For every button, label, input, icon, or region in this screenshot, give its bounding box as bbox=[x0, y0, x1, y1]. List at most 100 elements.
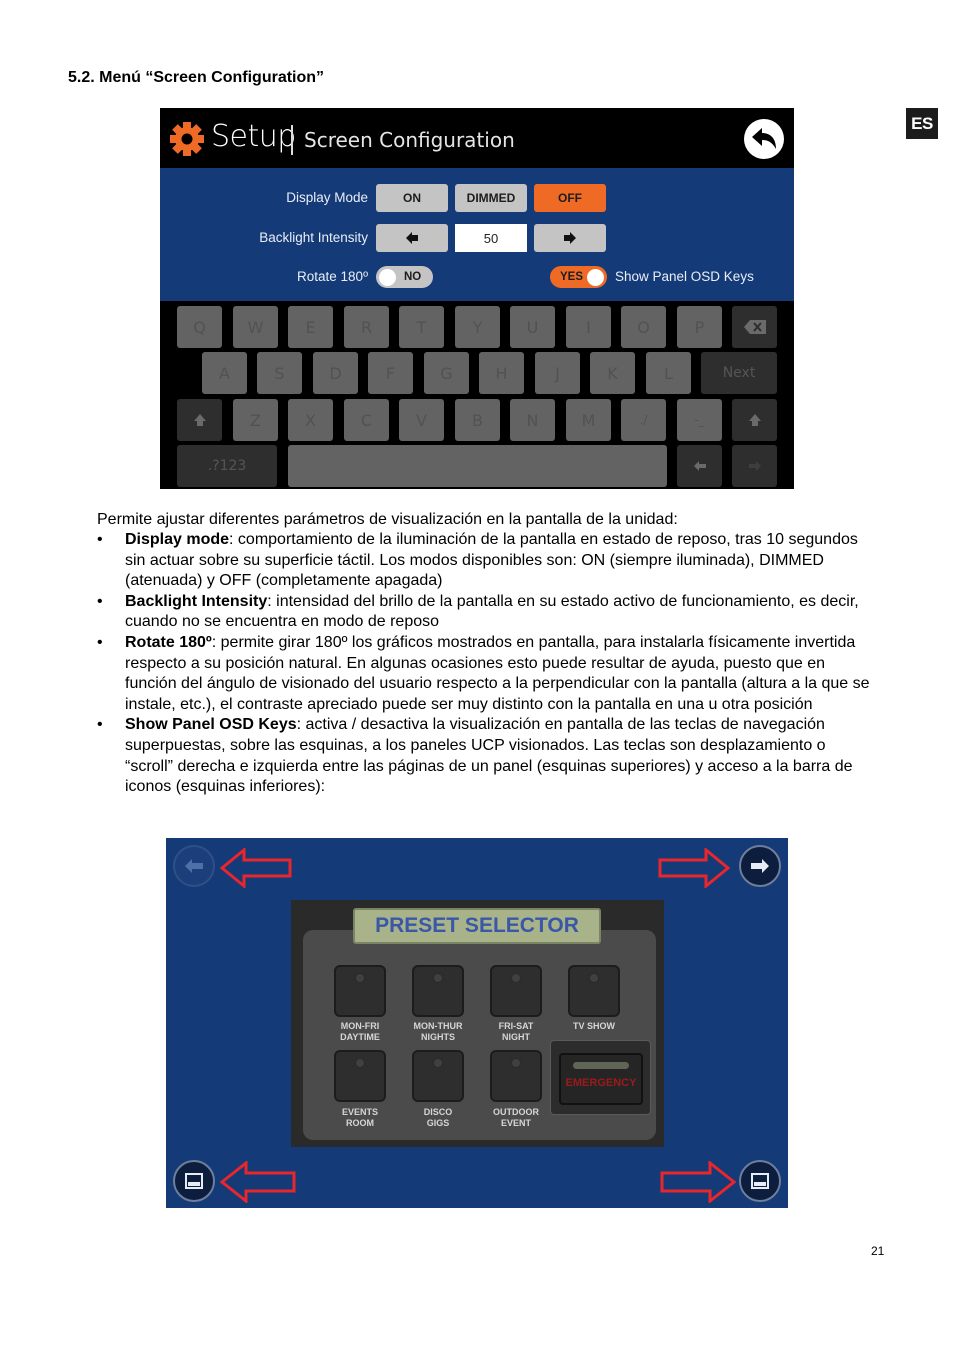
annotation-arrow-right-icon bbox=[660, 1161, 736, 1203]
toggle-knob bbox=[379, 268, 396, 286]
bullet-term: Show Panel OSD Keys bbox=[125, 716, 297, 734]
osd-keys-toggle[interactable]: YES bbox=[550, 266, 607, 288]
shift-key-right[interactable] bbox=[732, 399, 777, 441]
arrow-right-icon bbox=[748, 461, 761, 471]
icon-bar-left-button[interactable] bbox=[173, 1160, 215, 1202]
key[interactable]: Q bbox=[177, 306, 222, 348]
shift-icon bbox=[193, 414, 206, 426]
key[interactable]: J bbox=[535, 352, 580, 394]
preset-button-tv-show[interactable] bbox=[568, 965, 620, 1017]
key[interactable]: O bbox=[621, 306, 666, 348]
led-indicator bbox=[511, 973, 521, 983]
key[interactable]: N bbox=[510, 399, 555, 441]
icon-bar-right-button[interactable] bbox=[739, 1160, 781, 1202]
panel-face: MON-FRI DAYTIME MON-THUR NIGHTS FRI-SAT NIG… bbox=[303, 930, 656, 1140]
emergency-label: EMERGENCY bbox=[565, 1077, 637, 1089]
rotate-label: Rotate 180º bbox=[297, 269, 368, 284]
rotate-toggle[interactable]: NO bbox=[376, 266, 433, 288]
key[interactable]: H bbox=[479, 352, 524, 394]
key[interactable]: M bbox=[566, 399, 611, 441]
preset-label: DISCO GIGS bbox=[423, 1107, 453, 1128]
bullet-osd-keys: • Show Panel OSD Keys: activa / desactiv… bbox=[97, 715, 877, 797]
arrow-left-icon bbox=[406, 232, 418, 244]
preset-button-mon-fri-daytime[interactable] bbox=[334, 965, 386, 1017]
preset-button-mon-thur-nights[interactable] bbox=[412, 965, 464, 1017]
display-mode-dimmed-button[interactable]: DIMMED bbox=[455, 184, 527, 212]
preset-button-disco-gigs[interactable] bbox=[412, 1050, 464, 1102]
backspace-key[interactable] bbox=[732, 306, 777, 348]
rotate-toggle-state: NO bbox=[404, 271, 422, 283]
setup-header: Setup Screen Configuration bbox=[160, 108, 794, 168]
scroll-left-button[interactable] bbox=[173, 845, 215, 887]
key[interactable]: L bbox=[646, 352, 691, 394]
led-indicator bbox=[433, 973, 443, 983]
key[interactable]: G bbox=[424, 352, 469, 394]
key[interactable]: Y bbox=[455, 306, 500, 348]
display-mode-off-button[interactable]: OFF bbox=[534, 184, 606, 212]
backlight-value: 50 bbox=[455, 224, 527, 252]
title-separator bbox=[291, 125, 293, 155]
section-title: 5.2. Menú “Screen Configuration” bbox=[68, 69, 325, 86]
led-indicator bbox=[355, 1058, 365, 1068]
next-key[interactable]: Next bbox=[701, 352, 777, 394]
page-number: 21 bbox=[871, 1244, 885, 1258]
backlight-intensity-label: Backlight Intensity bbox=[259, 230, 368, 245]
back-button[interactable] bbox=[744, 119, 784, 159]
backlight-increase-button[interactable] bbox=[534, 224, 606, 252]
bullet-text: : comportamiento de la iluminación de la… bbox=[125, 531, 858, 590]
space-key[interactable] bbox=[288, 445, 667, 487]
key[interactable]: F bbox=[368, 352, 413, 394]
key[interactable]: B bbox=[455, 399, 500, 441]
preset-button-outdoor-event[interactable] bbox=[490, 1050, 542, 1102]
key[interactable]: W bbox=[233, 306, 278, 348]
scroll-left-icon bbox=[185, 859, 203, 873]
key[interactable]: D bbox=[313, 352, 358, 394]
key[interactable]: U bbox=[510, 306, 555, 348]
preset-button-events-room[interactable] bbox=[334, 1050, 386, 1102]
preset-button-fri-sat-night[interactable] bbox=[490, 965, 542, 1017]
led-indicator bbox=[511, 1058, 521, 1068]
icon-bar-left-icon bbox=[185, 1173, 203, 1189]
bullet-display-mode: • Display mode: comportamiento de la ilu… bbox=[97, 530, 877, 592]
key[interactable]: A bbox=[202, 352, 247, 394]
key[interactable]: S bbox=[257, 352, 302, 394]
key[interactable]: ./ bbox=[621, 399, 666, 441]
bullet-term: Rotate 180º bbox=[125, 633, 212, 651]
cursor-right-key[interactable] bbox=[732, 445, 777, 487]
bullet-text: : permite girar 180º los gráficos mostra… bbox=[125, 633, 870, 713]
key[interactable]: V bbox=[399, 399, 444, 441]
key[interactable]: T bbox=[399, 306, 444, 348]
backspace-icon bbox=[743, 320, 766, 334]
key[interactable]: R bbox=[344, 306, 389, 348]
key[interactable]: K bbox=[590, 352, 635, 394]
scroll-right-icon bbox=[751, 859, 769, 873]
key[interactable]: Z bbox=[233, 399, 278, 441]
key[interactable]: C bbox=[344, 399, 389, 441]
osd-keys-toggle-state: YES bbox=[560, 271, 584, 283]
intro-paragraph: Permite ajustar diferentes parámetros de… bbox=[97, 511, 678, 528]
backlight-decrease-button[interactable] bbox=[376, 224, 448, 252]
key[interactable]: I bbox=[566, 306, 611, 348]
panel-osd-screenshot: MON-FRI DAYTIME MON-THUR NIGHTS FRI-SAT NIG… bbox=[166, 838, 788, 1208]
setup-subtitle: Screen Configuration bbox=[304, 128, 515, 152]
language-badge: ES bbox=[906, 108, 938, 139]
cursor-left-key[interactable] bbox=[677, 445, 722, 487]
key[interactable]: E bbox=[288, 306, 333, 348]
display-mode-on-button[interactable]: ON bbox=[376, 184, 448, 212]
bullet-term: Display mode bbox=[125, 531, 230, 548]
key[interactable]: P bbox=[677, 306, 722, 348]
annotation-arrow-left-icon bbox=[220, 848, 292, 888]
preset-selector-title: PRESET SELECTOR bbox=[353, 908, 601, 944]
shift-key-left[interactable] bbox=[177, 399, 222, 441]
on-screen-keyboard: Q W E R T Y U I O P A S D F G H J K L Ne… bbox=[160, 301, 794, 489]
key[interactable]: X bbox=[288, 399, 333, 441]
preset-label: TV SHOW bbox=[573, 1021, 615, 1031]
key[interactable]: -_ bbox=[677, 399, 722, 441]
bullet-dot: • bbox=[97, 592, 103, 610]
annotation-arrow-right-icon bbox=[658, 848, 730, 888]
arrow-right-icon bbox=[564, 232, 576, 244]
bullet-dot: • bbox=[97, 633, 103, 651]
scroll-right-button[interactable] bbox=[739, 845, 781, 887]
emergency-button[interactable]: EMERGENCY bbox=[559, 1053, 643, 1105]
symbols-key[interactable]: .?123 bbox=[177, 445, 277, 487]
